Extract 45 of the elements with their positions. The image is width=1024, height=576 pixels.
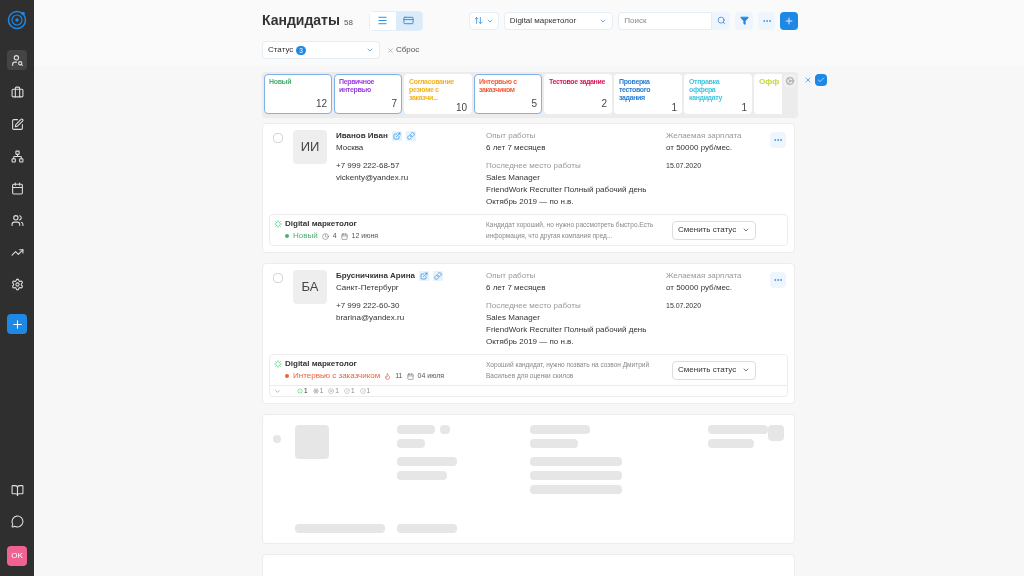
last-job-line: Октябрь 2019 — по н.в. — [486, 336, 575, 348]
vacancy-name[interactable]: Digital маркетолог — [285, 218, 357, 230]
stage-count: 7 — [391, 98, 397, 110]
last-job-line: Октябрь 2019 — по н.в. — [486, 196, 575, 208]
candidate-name[interactable]: Брусничкина Арина — [336, 270, 415, 282]
email: brarina@yandex.ru — [336, 312, 406, 324]
reset-button[interactable]: Сброс — [387, 44, 420, 56]
last-job-label: Последнее место работы — [486, 300, 582, 312]
change-status-button[interactable]: Сменить статус — [672, 220, 757, 240]
salary: от 50000 руб/мес. — [666, 282, 734, 294]
stage-count: 10 — [455, 102, 467, 114]
last-job-line: FriendWork Recruiter Полный рабочий день — [486, 324, 648, 336]
city: Санкт-Петербург — [336, 282, 400, 294]
salary-label: Желаемая зарплата — [666, 270, 743, 282]
search-field[interactable]: Поиск — [618, 11, 713, 30]
city: Москва — [336, 142, 365, 154]
experience-label: Опыт работы — [486, 130, 537, 142]
last-job-label: Последнее место работы — [486, 160, 582, 172]
vacancy-name[interactable]: Digital маркетолог — [285, 358, 357, 370]
status-label: Интервью с заказчиком — [293, 370, 381, 382]
stage-count: 2 — [601, 98, 607, 110]
change-status-button[interactable]: Сменить статус — [672, 360, 757, 380]
stage-count: 1 — [671, 102, 677, 114]
experience: 6 лет 7 месяцев — [486, 142, 547, 154]
experience: 6 лет 7 месяцев — [486, 282, 547, 294]
stage-count: 12 — [315, 98, 327, 110]
stage-count: 5 — [531, 98, 537, 110]
avatar: ИИ — [293, 130, 327, 164]
email: vickenty@yandex.ru — [336, 172, 410, 184]
phone: +7 999 222-60-30 — [336, 300, 401, 312]
stage-count: 1 — [741, 102, 747, 114]
candidate-name[interactable]: Иванов Иван — [336, 130, 388, 142]
status-label: Новый — [293, 230, 318, 242]
stage-label: Офф — [759, 78, 780, 86]
salary-label: Желаемая зарплата — [666, 130, 743, 142]
last-job-line: FriendWork Recruiter Полный рабочий день — [486, 184, 648, 196]
vacancy-select[interactable]: Digital маркетолог — [503, 11, 614, 30]
phone: +7 999 222-68-57 — [336, 160, 401, 172]
avatar: БА — [293, 270, 327, 304]
candidate-count: 58 — [343, 16, 353, 29]
salary: от 50000 руб/мес. — [666, 142, 734, 154]
page-title: Кандидаты — [262, 11, 340, 30]
experience-label: Опыт работы — [486, 270, 537, 282]
last-job-line: Sales Manager — [486, 172, 541, 184]
last-job-line: Sales Manager — [486, 312, 541, 324]
